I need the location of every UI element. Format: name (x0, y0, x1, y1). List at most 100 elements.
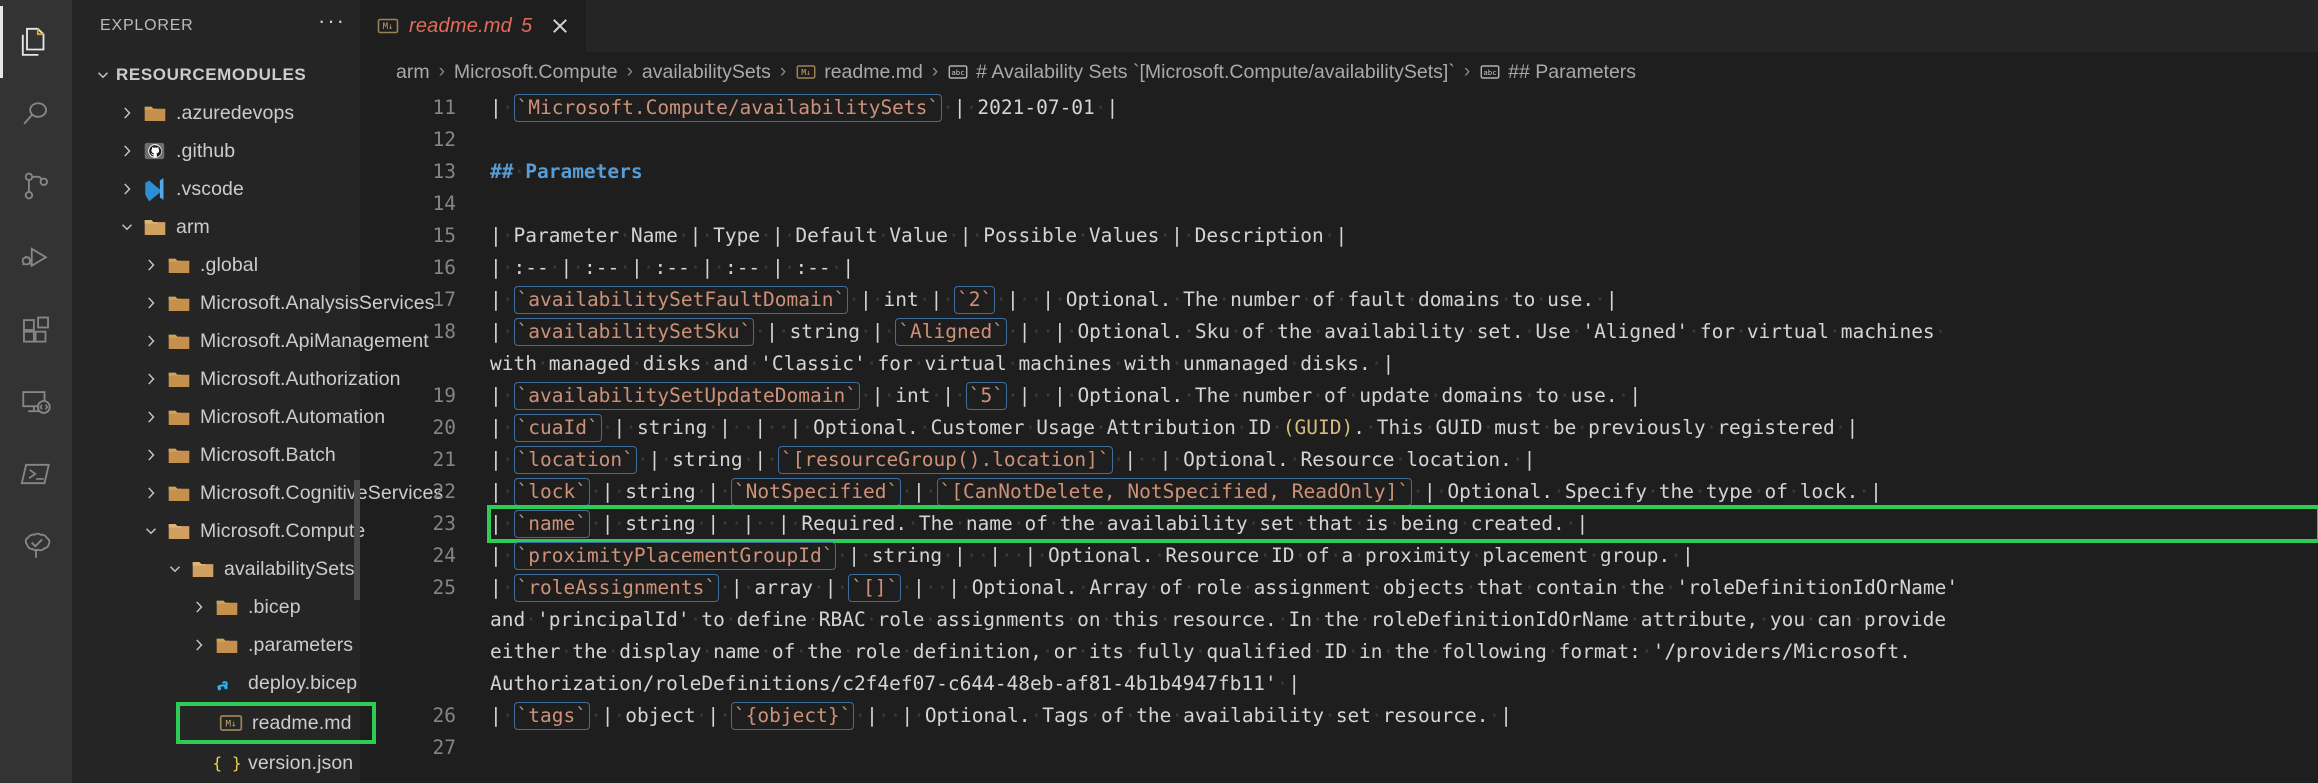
code-token: | (930, 288, 943, 311)
activity-item-extensions[interactable] (0, 294, 72, 366)
code-token: ID (1247, 416, 1272, 439)
code-token: objects (1382, 576, 1465, 599)
tree-folder-item[interactable]: Microsoft.Authorization (72, 360, 401, 398)
tab-readme-md[interactable]: M↓ readme.md 5 (360, 0, 588, 52)
tree-folder-item[interactable]: Microsoft.Batch (72, 436, 360, 474)
code-line[interactable] (490, 188, 2318, 220)
tree-folder-item[interactable]: Microsoft.CognitiveServices (72, 474, 443, 512)
code-token: · (1752, 480, 1765, 503)
code-token: · (1041, 640, 1054, 663)
code-token: update (1359, 384, 1430, 407)
inline-code-span: `Microsoft.Compute/availabilitySets` (513, 94, 943, 122)
code-line-highlighted[interactable]: |· `name` ·|·string·|··|··|·Required.·The·… (487, 505, 2318, 543)
code-line[interactable]: |· `proximityPlacementGroupId` ·|·string·|… (490, 540, 2318, 572)
breadcrumb-item[interactable]: Microsoft.Compute (454, 61, 618, 84)
code-line[interactable] (490, 124, 2318, 156)
highlighted-tree-item[interactable]: M↓ readme.md (72, 702, 376, 744)
tree-folder-item[interactable]: .global (72, 246, 360, 284)
code-line[interactable] (490, 732, 2318, 764)
code-line[interactable]: |· `availabilitySetFaultDomain` ·|·int·|· `… (490, 284, 2318, 316)
tree-folder-item[interactable]: .parameters (72, 626, 360, 664)
code-line[interactable]: with·managed·disks·and·'Classic'·for·vir… (490, 348, 2318, 380)
code-token: · (1100, 608, 1113, 631)
code-line[interactable]: |· `roleAssignments` ·|·array·|· `[]` ·|··|·… (490, 572, 2318, 604)
tree-file-item[interactable]: { } version.json (72, 744, 360, 782)
code-token: · (1412, 480, 1424, 503)
tree-file-item[interactable]: deploy.bicep (72, 664, 360, 702)
code-token: · (1464, 576, 1477, 599)
code-token: the (1136, 704, 1172, 727)
code-token: Authorization/roleDefinitions/c2f4ef07-c… (490, 672, 1277, 695)
code-token: · (1171, 448, 1184, 471)
code-line[interactable]: |·:--·|·:--·|·:--·|·:--·|·:--·| (490, 252, 2318, 284)
close-icon[interactable] (546, 12, 574, 40)
code-token: · (636, 448, 649, 471)
code-line[interactable]: ##·Parameters (490, 156, 2318, 188)
breadcrumb-item[interactable]: M↓ readme.md (795, 61, 923, 84)
breadcrumb-item[interactable]: arm (396, 61, 430, 84)
code-token: name (965, 512, 1013, 535)
code-line[interactable]: |· `tags` ·|·object·|· `{object}` ·|··|·Opti… (490, 700, 2318, 732)
tree-folder-item[interactable]: Microsoft.ApiManagement (72, 322, 429, 360)
code-line[interactable]: |· `availabilitySetUpdateDomain` ·|·int·|·… (490, 380, 2318, 412)
code-token: · (1247, 512, 1260, 535)
code-token: · (754, 320, 767, 343)
code-token: | (913, 576, 925, 599)
breadcrumb-item[interactable]: abc ## Parameters (1479, 61, 1636, 84)
code-line[interactable]: either·the·display·name·of·the·role·defi… (490, 636, 2318, 668)
code-editor[interactable]: 11 12 13 14 15 16 17 18 19 20 21 22 23 24 25 26 27 |· `Mi… (360, 92, 2318, 783)
code-token: · (695, 512, 708, 535)
tree-file-item[interactable]: M↓ readme.md (176, 702, 376, 744)
activity-bar (0, 0, 72, 783)
code-token: · (1265, 320, 1278, 343)
code-line[interactable]: |· `availabilitySetSku` ·|·string·|· `Align… (490, 316, 2318, 348)
activity-item-remote-explorer[interactable] (0, 366, 72, 438)
activity-item-azure-devops[interactable] (0, 510, 72, 582)
code-token: · (1112, 448, 1125, 471)
tree-root-folder[interactable]: RESOURCEMODULES (72, 56, 360, 94)
code-line[interactable]: Authorization/roleDefinitions/c2f4ef07-c… (490, 668, 2318, 700)
tree-folder-item[interactable]: Microsoft.Automation (72, 398, 385, 436)
line-number: 15 (432, 224, 456, 247)
code-content[interactable]: |· `Microsoft.Compute/availabilitySets` ·|… (487, 92, 2318, 764)
code-token: Attribution (1106, 416, 1236, 439)
activity-item-search[interactable] (0, 78, 72, 150)
tree-folder-item[interactable]: .azuredevops (72, 94, 360, 132)
code-token: · (730, 512, 743, 535)
chevron-down-icon (114, 218, 140, 236)
code-token: · (1300, 288, 1313, 311)
code-token: · (1182, 224, 1195, 247)
breadcrumb-item[interactable]: availabilitySets (642, 61, 771, 84)
breadcrumb-item[interactable]: abc # Availability Sets `[Microsoft.Compu… (947, 61, 1455, 84)
tree-folder-item[interactable]: arm (72, 208, 360, 246)
code-token: · (1171, 704, 1184, 727)
code-line[interactable]: |· `location` ·|·string·|· `[resourceGroup(… (490, 444, 2318, 476)
line-number: 24 (432, 544, 456, 567)
activity-item-run-and-debug[interactable] (0, 222, 72, 294)
tree-folder-item[interactable]: Microsoft.Compute (72, 512, 365, 550)
code-token: on (1077, 608, 1101, 631)
code-token: · (1288, 448, 1301, 471)
code-line[interactable]: |· `Microsoft.Compute/availabilitySets` ·|… (490, 92, 2318, 124)
code-line[interactable]: |· `cuaId` ·|·string·|··|··|·Optional.·Cus… (490, 412, 2318, 444)
activity-item-powershell[interactable] (0, 438, 72, 510)
svg-text:{ }: { } (214, 753, 240, 772)
code-line[interactable]: and·'principalId'·to·define·RBAC·role·as… (490, 604, 2318, 636)
code-token: · (760, 256, 772, 279)
activity-item-source-control[interactable] (0, 150, 72, 222)
activity-item-explorer[interactable] (0, 6, 72, 78)
code-token: machines (1018, 352, 1113, 375)
tree-folder-item[interactable]: .github (72, 132, 360, 170)
folder-icon (164, 442, 194, 468)
tree-folder-item[interactable]: .vscode (72, 170, 360, 208)
code-token: · (607, 640, 620, 663)
tree-folder-item[interactable]: availabilitySets (72, 550, 360, 588)
code-line[interactable]: |·Parameter·Name·|·Type·|·Default·Value·… (490, 220, 2318, 252)
tree-folder-item[interactable]: .bicep (72, 588, 360, 626)
code-token: · (1647, 480, 1659, 503)
code-token: · (1335, 288, 1348, 311)
more-actions-icon[interactable]: ··· (318, 10, 346, 36)
code-line[interactable]: |· `lock` ·|·string·|· `NotSpecified` ·|· `[C… (490, 476, 2318, 508)
code-token: contain (1535, 576, 1618, 599)
tree-folder-item[interactable]: Microsoft.AnalysisServices (72, 284, 434, 322)
